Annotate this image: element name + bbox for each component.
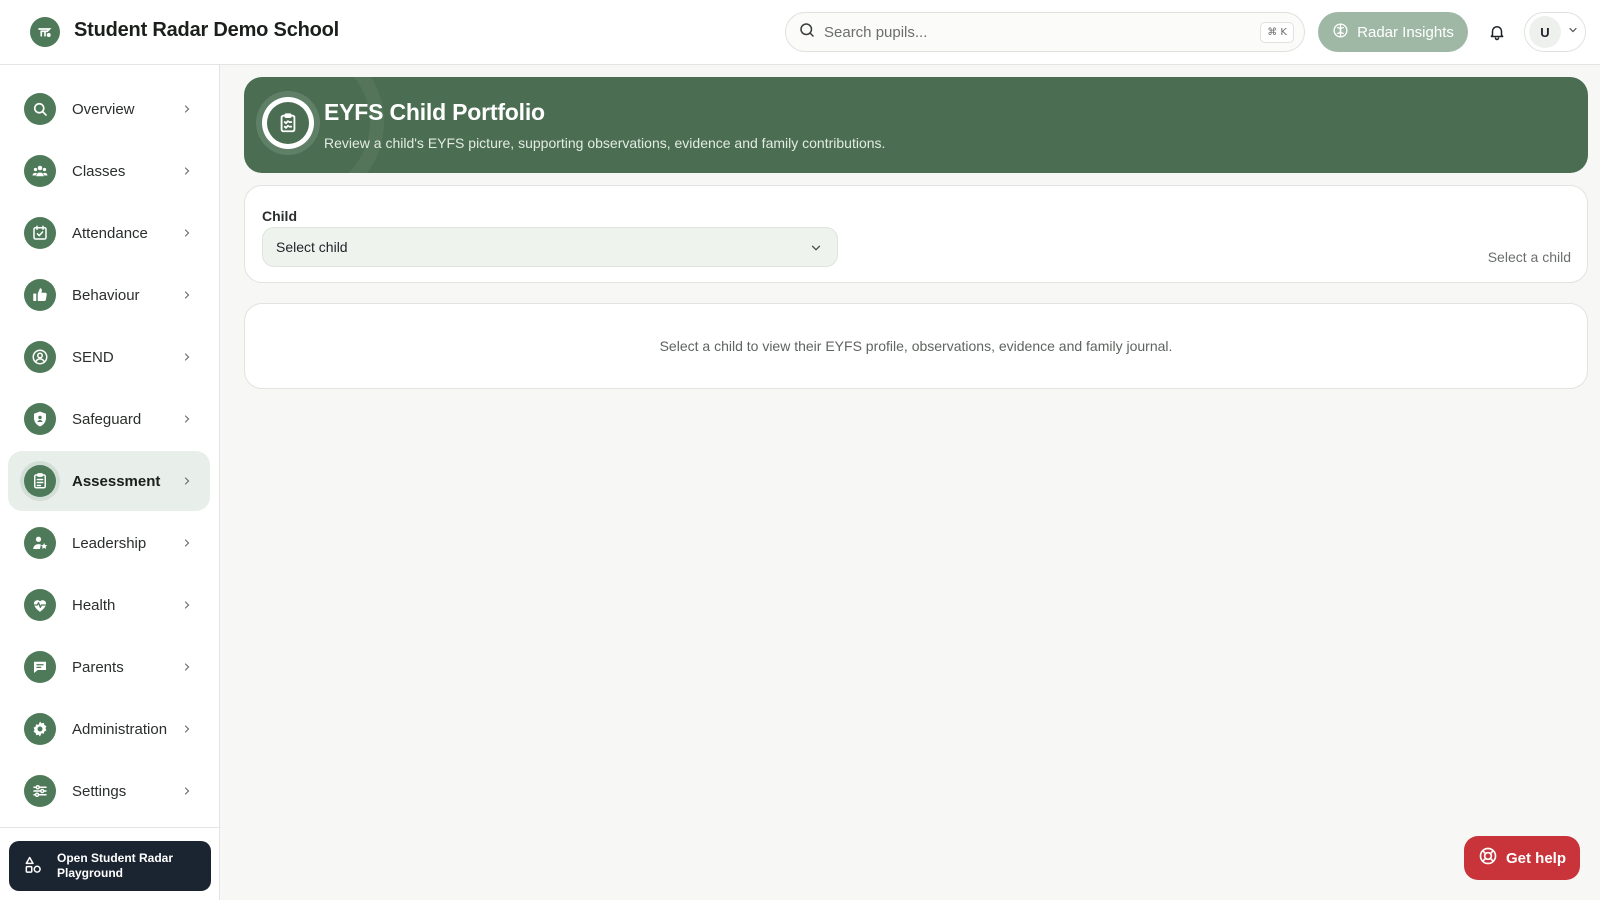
chevron-right-icon (180, 288, 194, 302)
top-bar: Student Radar Demo School ⌘ K Radar Insi… (0, 0, 1600, 65)
child-selection-status: Select a child (1487, 249, 1571, 265)
sidebar-item-label: Classes (72, 162, 126, 180)
chevron-down-icon (1567, 23, 1579, 41)
sidebar-item-label: Leadership (72, 534, 147, 552)
sidebar-item-label: Administration (72, 720, 168, 738)
sidebar-item-label: Behaviour (72, 286, 140, 304)
open-playground-label: Open Student Radar Playground (57, 851, 174, 880)
chevron-right-icon (180, 784, 194, 798)
open-playground-button[interactable]: Open Student Radar Playground (9, 841, 211, 891)
search-input[interactable] (824, 23, 1244, 41)
sidebar-item-administration[interactable]: Administration (8, 699, 210, 759)
shapes-icon (23, 855, 43, 878)
sidebar-item-behaviour[interactable]: Behaviour (8, 265, 210, 325)
clipboard-icon (24, 465, 56, 497)
sidebar-item-label: Settings (72, 782, 127, 800)
search-icon (24, 93, 56, 125)
chevron-right-icon (180, 474, 194, 488)
child-select[interactable]: Select child (262, 227, 838, 267)
bell-icon[interactable] (1485, 20, 1509, 44)
page-title: EYFS Child Portfolio (324, 99, 545, 125)
brain-icon (1332, 22, 1349, 43)
lifebuoy-icon (1478, 846, 1498, 870)
radar-insights-label: Radar Insights (1357, 23, 1454, 41)
sidebar-item-overview[interactable]: Overview (8, 79, 210, 139)
chevron-right-icon (180, 350, 194, 364)
sidebar-item-send[interactable]: SEND (8, 327, 210, 387)
child-field-label: Child (262, 208, 297, 224)
sliders-icon (24, 775, 56, 807)
radar-insights-button[interactable]: Radar Insights (1318, 12, 1468, 52)
user-star-icon (24, 527, 56, 559)
sidebar-item-health[interactable]: Health (8, 575, 210, 635)
chevron-right-icon (180, 536, 194, 550)
chevron-right-icon (180, 598, 194, 612)
search-icon (798, 21, 816, 44)
users-icon (24, 155, 56, 187)
sidebar-item-settings[interactable]: Settings (8, 761, 210, 821)
thumbs-up-icon (24, 279, 56, 311)
empty-state-card: Select a child to view their EYFS profil… (244, 303, 1588, 389)
sidebar-divider (0, 827, 219, 828)
get-help-label: Get help (1505, 849, 1566, 867)
sidebar-item-safeguard[interactable]: Safeguard (8, 389, 210, 449)
chevron-right-icon (180, 660, 194, 674)
get-help-button[interactable]: Get help (1464, 836, 1580, 880)
shield-icon (24, 403, 56, 435)
message-icon (24, 651, 56, 683)
sidebar-item-label: Assessment (72, 472, 161, 490)
sidebar-item-label: Attendance (72, 224, 148, 242)
child-select-value: Select child (276, 239, 348, 255)
chevron-right-icon (180, 722, 194, 736)
chevron-right-icon (180, 164, 194, 178)
page-subtitle: Review a child's EYFS picture, supportin… (324, 135, 886, 151)
sidebar-item-leadership[interactable]: Leadership (8, 513, 210, 573)
school-name: Student Radar Demo School (74, 19, 340, 41)
radar-logo-icon[interactable] (30, 17, 60, 47)
sidebar-item-label: Safeguard (72, 410, 142, 428)
sidebar-item-label: Overview (72, 100, 135, 118)
heart-pulse-icon (24, 589, 56, 621)
chevron-right-icon (180, 226, 194, 240)
sidebar-item-assessment[interactable]: Assessment (8, 451, 210, 511)
chevron-right-icon (180, 102, 194, 116)
avatar: U (1529, 16, 1561, 48)
calendar-check-icon (24, 217, 56, 249)
search-bar[interactable]: ⌘ K (785, 12, 1305, 52)
chevron-down-icon (809, 241, 823, 255)
chevron-right-icon (180, 412, 194, 426)
sidebar-item-label: Health (72, 596, 116, 614)
sidebar: Overview Classes Attendance Behaviour SE… (0, 65, 220, 900)
page-banner: EYFS Child Portfolio Review a child's EY… (244, 77, 1588, 173)
child-selector-card: Child Select child Select a child (244, 185, 1588, 283)
clipboard-icon (262, 97, 314, 149)
user-menu[interactable]: U (1524, 12, 1586, 52)
user-circle-icon (24, 341, 56, 373)
sidebar-item-attendance[interactable]: Attendance (8, 203, 210, 263)
sidebar-item-classes[interactable]: Classes (8, 141, 210, 201)
sidebar-item-label: SEND (72, 348, 114, 366)
empty-state-message: Select a child to view their EYFS profil… (659, 338, 1173, 354)
gear-icon (24, 713, 56, 745)
sidebar-item-label: Parents (72, 658, 124, 676)
sidebar-item-parents[interactable]: Parents (8, 637, 210, 697)
search-shortcut: ⌘ K (1260, 22, 1294, 43)
